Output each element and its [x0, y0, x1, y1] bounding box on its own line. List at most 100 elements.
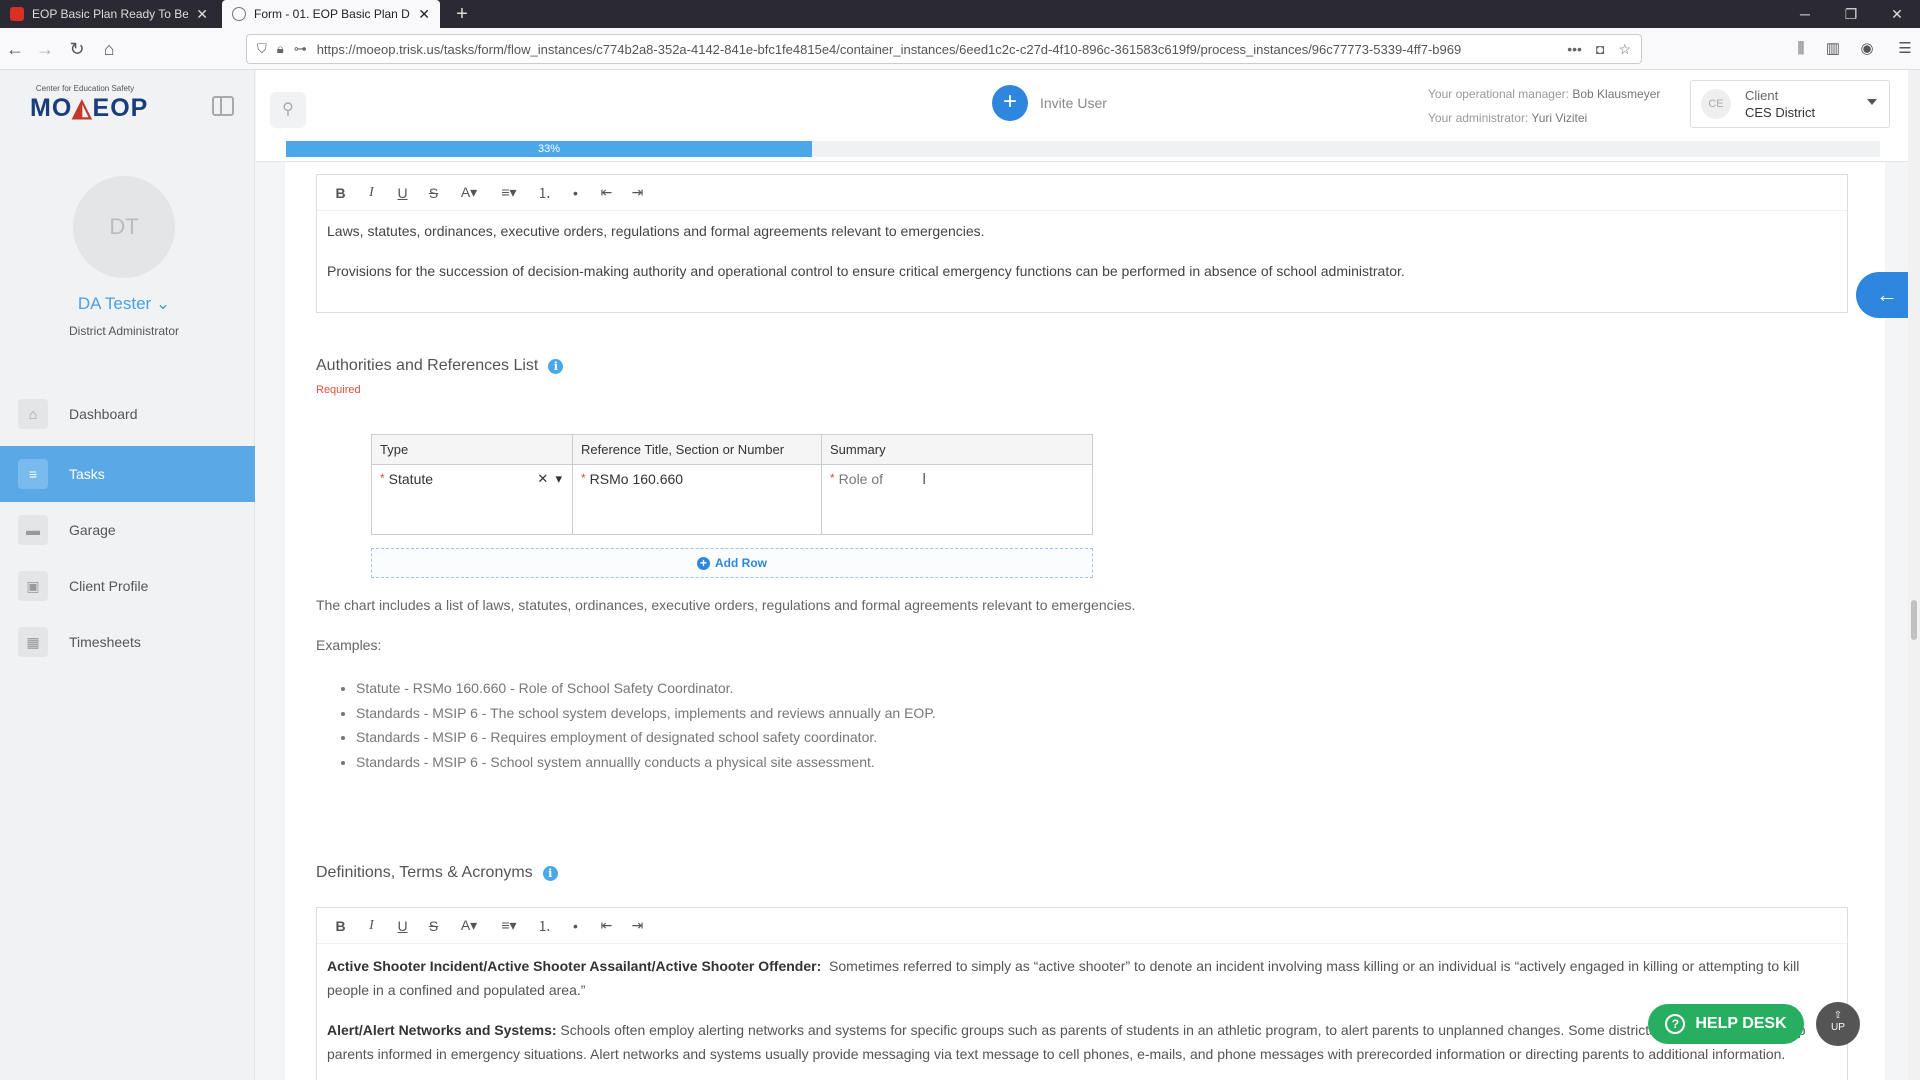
sidebar-item-garage[interactable]: ▬ Garage: [0, 502, 255, 558]
info-icon[interactable]: i: [542, 865, 558, 881]
list-item: Standards - MSIP 6 - School system annua…: [356, 750, 936, 775]
help-desk-button[interactable]: ? HELP DESK: [1648, 1004, 1804, 1044]
column-header: Type: [371, 434, 573, 465]
caret-down-icon[interactable]: ▾: [555, 471, 562, 486]
sidebar-item-client-profile[interactable]: ▣ Client Profile: [0, 558, 255, 614]
sidebar: Center for Education Safety MO◭EOP DT DA…: [0, 70, 255, 1080]
align-icon[interactable]: ≡▾: [489, 917, 529, 934]
permissions-icon[interactable]: ⊶: [294, 41, 307, 57]
sidebar-item-label: Client Profile: [69, 578, 149, 594]
editor-body[interactable]: Laws, statutes, ordinances, executive or…: [317, 211, 1847, 311]
close-window-icon[interactable]: ✕: [1874, 0, 1920, 28]
menu-icon[interactable]: ☰: [1894, 38, 1916, 60]
logo-text-left: MO: [30, 94, 73, 122]
ordered-list-icon[interactable]: ⒈: [529, 916, 560, 936]
italic-icon[interactable]: I: [356, 185, 387, 201]
invite-user-button[interactable]: + Invite User: [992, 85, 1107, 121]
ordered-list-icon[interactable]: ⒈: [529, 183, 560, 203]
italic-icon[interactable]: I: [356, 918, 387, 934]
client-name: CES District: [1745, 105, 1816, 120]
strikethrough-icon[interactable]: S: [418, 185, 449, 201]
client-avatar: CE: [1701, 89, 1731, 119]
sidebar-item-label: Dashboard: [69, 406, 138, 422]
avatar: DT: [73, 176, 175, 278]
client-selector[interactable]: CE Client CES District: [1690, 80, 1890, 128]
browser-tab[interactable]: EOP Basic Plan Ready To Be Fill ✕: [0, 0, 218, 28]
rich-text-editor[interactable]: B I U S A▾ ≡▾ ⒈ • ⇤ ⇥ Laws, statutes, or…: [316, 174, 1848, 313]
bookmark-star-icon[interactable]: ☆: [1618, 41, 1631, 58]
library-icon[interactable]: ⫼: [1790, 38, 1812, 60]
type-value: Statute: [388, 471, 434, 487]
scroll-up-button[interactable]: ⇧ UP: [1816, 1002, 1860, 1046]
table-header-row: Type Reference Title, Section or Number …: [371, 434, 1093, 465]
browser-tab-bar: EOP Basic Plan Ready To Be Fill ✕ Form -…: [0, 0, 1920, 28]
text-cursor-icon: I: [922, 471, 927, 488]
search-icon[interactable]: ⚲: [270, 92, 306, 128]
close-tab-icon[interactable]: ✕: [418, 6, 430, 23]
sidebar-toggle-icon[interactable]: ▥: [1822, 38, 1844, 60]
unordered-list-icon[interactable]: •: [560, 185, 591, 201]
bold-icon[interactable]: B: [325, 185, 356, 201]
close-tab-icon[interactable]: ✕: [196, 6, 208, 23]
back-icon[interactable]: ←: [4, 38, 26, 60]
align-icon[interactable]: ≡▾: [489, 184, 529, 201]
sidebar-item-dashboard[interactable]: ⌂ Dashboard: [0, 386, 255, 442]
browser-tab-active[interactable]: Form - 01. EOP Basic Plan Dev ✕: [222, 0, 440, 28]
lock-icon[interactable]: 🔒︎: [277, 41, 284, 57]
user-name-dropdown[interactable]: DA Tester ⌄: [0, 294, 248, 314]
sidebar-item-timesheets[interactable]: ▦ Timesheets: [0, 614, 255, 670]
reference-input[interactable]: * RSMo 160.660: [572, 464, 822, 535]
question-icon: ?: [1665, 1014, 1686, 1034]
rich-text-editor[interactable]: B I U S A▾ ≡▾ ⒈ • ⇤ ⇥ Active Shooter Inc…: [316, 907, 1848, 1080]
underline-icon[interactable]: U: [387, 185, 418, 201]
underline-icon[interactable]: U: [387, 918, 418, 934]
summary-value: Role of: [838, 471, 884, 487]
add-row-label: Add Row: [715, 556, 767, 570]
logo-text: MO◭EOP: [30, 94, 149, 122]
sidebar-item-tasks[interactable]: ≡ Tasks: [0, 446, 255, 502]
plus-icon: +: [992, 85, 1028, 121]
forward-icon[interactable]: →: [34, 38, 56, 60]
admin-label: Your administrator:: [1428, 111, 1529, 125]
editor-body[interactable]: Active Shooter Incident/Active Shooter A…: [317, 944, 1847, 1080]
examples-label: Examples:: [316, 637, 382, 653]
summary-input[interactable]: * Role of I: [821, 464, 1093, 535]
minimize-icon[interactable]: ─: [1782, 0, 1828, 28]
required-star: *: [581, 471, 586, 485]
outdent-icon[interactable]: ⇤: [591, 184, 622, 201]
logo-tagline: Center for Education Safety: [35, 84, 135, 93]
font-size-icon[interactable]: A▾: [449, 184, 489, 201]
home-icon[interactable]: ⌂: [98, 38, 120, 60]
indent-icon[interactable]: ⇥: [622, 184, 653, 201]
new-tab-button[interactable]: +: [448, 0, 476, 28]
bold-icon[interactable]: B: [325, 918, 356, 934]
url-text[interactable]: https://moeop.trisk.us/tasks/form/flow_i…: [317, 42, 1554, 57]
page-loading-icon: [232, 7, 246, 21]
reload-icon[interactable]: ↻: [66, 38, 88, 60]
add-row-button[interactable]: + Add Row: [371, 548, 1093, 578]
sidebar-item-label: Tasks: [69, 466, 105, 482]
info-icon[interactable]: i: [548, 358, 564, 374]
font-size-icon[interactable]: A▾: [449, 917, 489, 934]
outdent-icon[interactable]: ⇤: [591, 917, 622, 934]
indent-icon[interactable]: ⇥: [622, 917, 653, 934]
account-icon[interactable]: ◉: [1856, 38, 1878, 60]
unordered-list-icon[interactable]: •: [560, 918, 591, 934]
window-controls: ─ ❐ ✕: [1782, 0, 1920, 28]
sidebar-item-label: Garage: [69, 522, 116, 538]
app-logo[interactable]: Center for Education Safety MO◭EOP: [30, 84, 149, 136]
collapse-sidebar-icon[interactable]: [212, 96, 234, 116]
help-desk-label: HELP DESK: [1695, 1015, 1787, 1032]
clear-icon[interactable]: ✕: [537, 471, 548, 486]
restore-icon[interactable]: ❐: [1828, 0, 1874, 28]
pocket-icon[interactable]: ◘: [1596, 41, 1604, 57]
required-star: *: [380, 471, 385, 485]
more-icon[interactable]: •••: [1567, 41, 1582, 57]
scrollbar[interactable]: [1908, 70, 1920, 1080]
type-select[interactable]: * Statute ✕ ▾: [371, 464, 573, 535]
strikethrough-icon[interactable]: S: [418, 918, 449, 934]
scrollbar-thumb[interactable]: [1911, 600, 1917, 640]
address-bar[interactable]: ⛉ 🔒︎ ⊶ https://moeop.trisk.us/tasks/form…: [246, 34, 1642, 64]
definition-term: Active Shooter Incident/Active Shooter A…: [327, 958, 822, 974]
shield-icon[interactable]: ⛉: [257, 41, 267, 57]
